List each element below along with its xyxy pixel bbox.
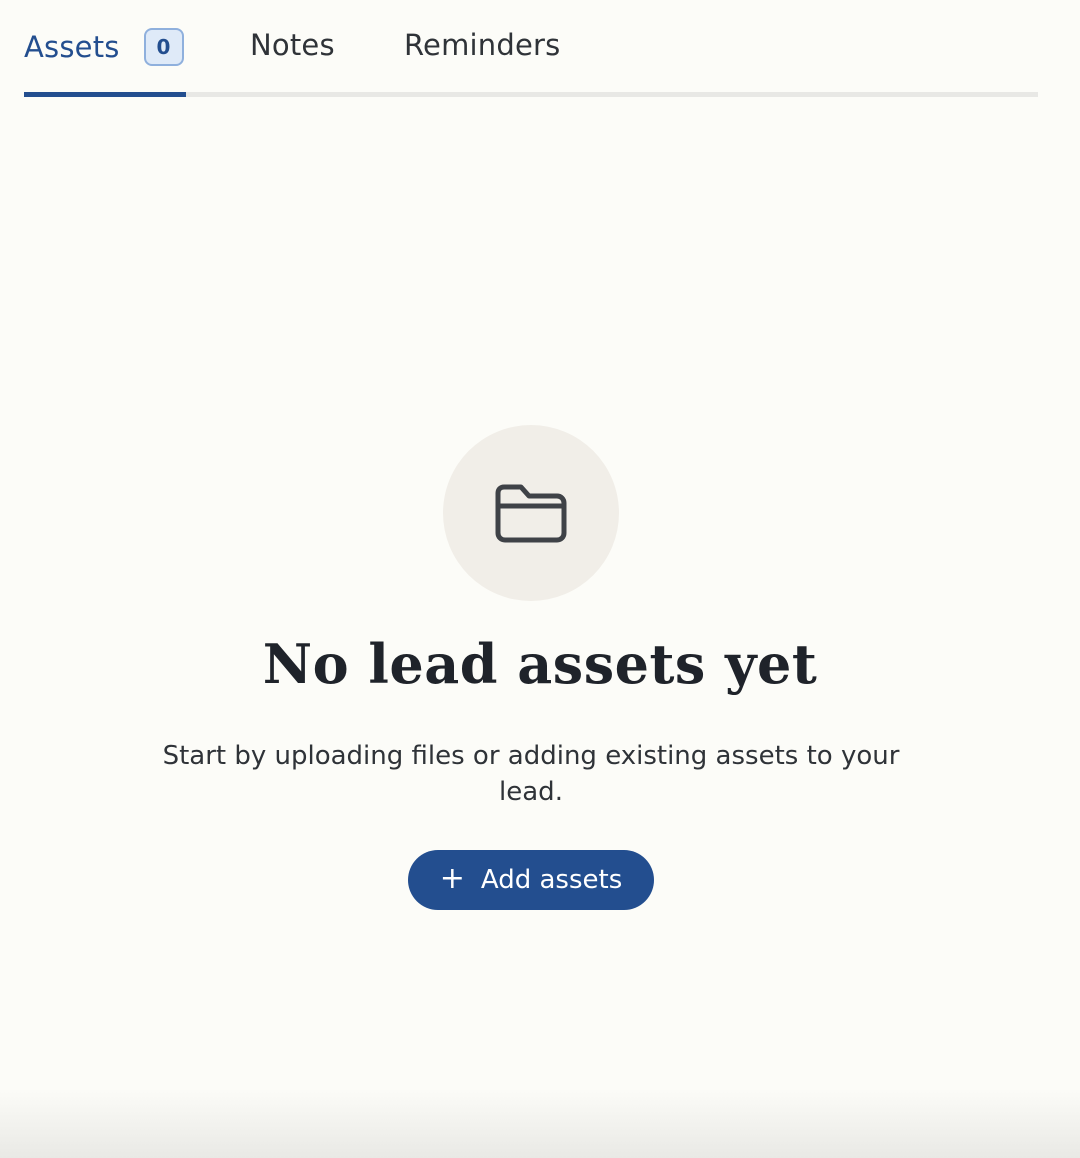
lead-assets-panel: Assets 0 Notes Reminders No lead assets … [0,0,1080,1158]
tab-notes[interactable]: Notes [250,28,335,62]
add-assets-label: Add assets [480,865,623,895]
empty-state-description: Start by uploading files or adding exist… [162,741,900,807]
tab-label-reminders: Reminders [404,28,561,62]
tab-label-notes: Notes [250,28,335,62]
folder-icon [495,484,567,543]
add-assets-button[interactable]: + Add assets [408,850,654,910]
plus-icon: + [439,861,465,896]
empty-state-title: No lead assets yet [262,632,818,696]
bottom-fade [0,1088,1080,1158]
assets-count-badge: 0 [143,28,184,66]
tab-bar: Assets 0 Notes Reminders [24,0,1038,97]
tab-reminders[interactable]: Reminders [404,28,560,62]
tab-label-assets: Assets [24,30,120,64]
empty-state-icon-circle [443,425,619,601]
active-tab-indicator [24,92,186,97]
tab-assets[interactable]: Assets 0 [24,28,184,66]
